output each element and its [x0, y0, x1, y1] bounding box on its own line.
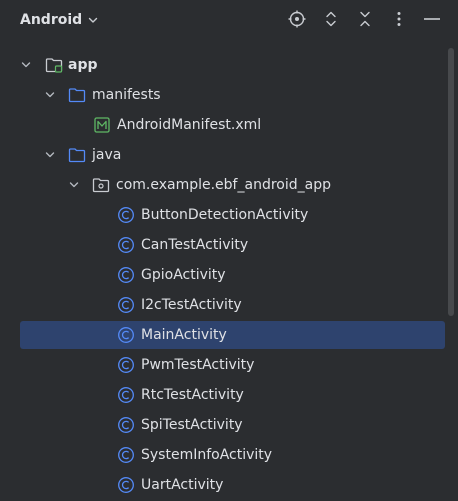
- tree-label-class: I2cTestActivity: [141, 297, 242, 313]
- module-folder-icon: [45, 58, 63, 73]
- expand-arrow-icon[interactable]: [69, 180, 79, 190]
- tree-label-class: UartActivity: [141, 477, 224, 493]
- class-icon: [118, 357, 134, 373]
- tree-node-class[interactable]: GpioActivity: [0, 260, 458, 290]
- tree-node-class[interactable]: UartActivity: [0, 470, 458, 500]
- tree-node-class[interactable]: ButtonDetectionActivity: [0, 200, 458, 230]
- class-icon: [118, 477, 134, 493]
- tree-label-package: com.example.ebf_android_app: [116, 177, 331, 193]
- class-icon: [118, 237, 134, 253]
- view-title: Android: [20, 12, 83, 28]
- hide-icon[interactable]: [422, 9, 442, 29]
- class-icon: [118, 297, 134, 313]
- tree-label-manifest-file: AndroidManifest.xml: [117, 117, 262, 133]
- chevron-down-icon: [88, 17, 98, 23]
- tree-label-class: PwmTestActivity: [141, 357, 255, 373]
- tree-node-manifests[interactable]: manifests: [0, 80, 458, 110]
- tree-label-class: SystemInfoActivity: [141, 447, 273, 463]
- folder-icon: [68, 88, 86, 103]
- tree-label-class: RtcTestActivity: [141, 387, 244, 403]
- more-options-icon[interactable]: [389, 9, 409, 29]
- panel-header: Android: [0, 0, 458, 40]
- tree-label-class: MainActivity: [141, 327, 227, 343]
- class-icon: [118, 387, 134, 403]
- tree-node-class[interactable]: SpiTestActivity: [0, 410, 458, 440]
- tree-node-java[interactable]: java: [0, 140, 458, 170]
- expand-arrow-icon[interactable]: [45, 150, 55, 160]
- tree-label-java: java: [92, 147, 122, 163]
- class-icon: [118, 267, 134, 283]
- class-icon: [118, 207, 134, 223]
- tree-label-class: ButtonDetectionActivity: [141, 207, 309, 223]
- tree-node-class[interactable]: PwmTestActivity: [0, 350, 458, 380]
- tree-label-app: app: [68, 57, 98, 73]
- selection-highlight: [20, 321, 445, 349]
- tree-label-manifests: manifests: [92, 87, 161, 103]
- collapse-all-icon[interactable]: [355, 9, 375, 29]
- tree-label-class: CanTestActivity: [141, 237, 249, 253]
- package-folder-icon: [92, 178, 110, 193]
- tree-node-package[interactable]: com.example.ebf_android_app: [0, 170, 458, 200]
- class-icon: [118, 327, 134, 343]
- tree-node-class[interactable]: CanTestActivity: [0, 230, 458, 260]
- tree-label-class: SpiTestActivity: [141, 417, 243, 433]
- manifest-file-icon: [94, 117, 110, 133]
- class-icon: [118, 417, 134, 433]
- view-selector[interactable]: Android: [20, 10, 98, 30]
- tree-node-class[interactable]: SystemInfoActivity: [0, 440, 458, 470]
- tree-node-manifest-file[interactable]: AndroidManifest.xml: [0, 110, 458, 140]
- tree-node-class[interactable]: I2cTestActivity: [0, 290, 458, 320]
- class-icon: [118, 447, 134, 463]
- locate-icon[interactable]: [287, 9, 307, 29]
- tree-node-class[interactable]: RtcTestActivity: [0, 380, 458, 410]
- tree-node-app[interactable]: app: [0, 50, 458, 80]
- expand-all-icon[interactable]: [321, 9, 341, 29]
- folder-icon: [68, 148, 86, 163]
- tree-label-class: GpioActivity: [141, 267, 226, 283]
- tree-node-class-selected[interactable]: MainActivity: [0, 320, 458, 350]
- expand-arrow-icon[interactable]: [45, 90, 55, 100]
- expand-arrow-icon[interactable]: [21, 60, 31, 70]
